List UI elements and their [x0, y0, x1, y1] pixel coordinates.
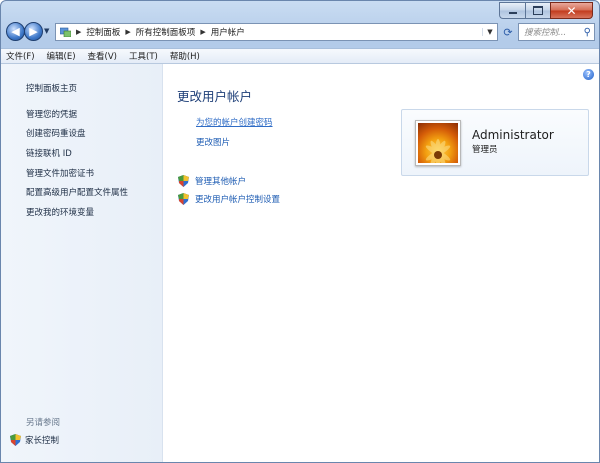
menu-view[interactable]: 查看(V)	[88, 50, 117, 62]
manage-other-accounts-link[interactable]: 管理其他帐户	[195, 175, 246, 187]
sidebar-item-link-online-id[interactable]: 链接联机 ID	[26, 147, 72, 159]
parental-controls-label: 家长控制	[25, 436, 60, 446]
control-panel-icon	[60, 27, 71, 37]
menu-edit[interactable]: 编辑(E)	[47, 50, 76, 62]
help-icon[interactable]: ?	[583, 69, 594, 80]
page-title: 更改用户帐户	[177, 89, 253, 104]
forward-arrow-icon: ▶	[29, 25, 38, 38]
sidebar: 控制面板主页 管理您的凭据 创建密码重设盘 链接联机 ID 管理文件加密证书 配…	[1, 64, 163, 462]
minimize-button[interactable]	[499, 2, 525, 19]
account-role: 管理员	[472, 145, 498, 155]
sidebar-item-advanced-profile[interactable]: 配置高级用户配置文件属性	[26, 186, 128, 198]
recent-pages-dropdown[interactable]: ▼	[44, 27, 49, 35]
sidebar-item-control-panel-home[interactable]: 控制面板主页	[26, 82, 77, 94]
sidebar-item-encryption-certs[interactable]: 管理文件加密证书	[26, 167, 94, 179]
avatar[interactable]	[415, 120, 461, 166]
create-password-link[interactable]: 为您的帐户创建密码	[196, 116, 273, 128]
sidebar-item-parental-controls[interactable]: 家长控制	[10, 434, 59, 446]
breadcrumb-separator-icon[interactable]: ▶	[200, 28, 205, 36]
menu-bar: 文件(F) 编辑(E) 查看(V) 工具(T) 帮助(H)	[1, 48, 599, 64]
sidebar-item-environment-vars[interactable]: 更改我的环境变量	[26, 206, 94, 218]
sidebar-item-password-reset-disk[interactable]: 创建密码重设盘	[26, 127, 86, 139]
flower-petals-icon	[425, 139, 451, 163]
address-bar[interactable]: ▶ 控制面板 ▶ 所有控制面板项 ▶ 用户帐户 ▼	[55, 23, 498, 41]
breadcrumb-all-items[interactable]: 所有控制面板项	[136, 26, 196, 38]
manage-other-accounts-row[interactable]: 管理其他帐户	[178, 175, 246, 187]
breadcrumb-separator-icon[interactable]: ▶	[76, 28, 81, 36]
uac-shield-icon	[10, 434, 21, 446]
uac-shield-icon	[178, 175, 189, 187]
maximize-button[interactable]	[525, 2, 550, 19]
forward-button[interactable]: ▶	[24, 22, 43, 41]
uac-settings-row[interactable]: 更改用户帐户控制设置	[178, 193, 280, 205]
breadcrumb: ▶ 控制面板 ▶ 所有控制面板项 ▶ 用户帐户	[60, 26, 482, 38]
close-button[interactable]: ✕	[550, 2, 593, 19]
search-icon[interactable]: ⚲	[584, 27, 591, 38]
window: ✕ ◀ ▶ ▼ ▶ 控制面板 ▶ 所有控制面板项 ▶ 用户帐户 ▼ ⟳ 搜索控制…	[0, 0, 600, 463]
main-content: ? 更改用户帐户 为您的帐户创建密码 更改图片 管理其他帐户 更改用户帐户控制设…	[163, 64, 599, 462]
see-also-heading: 另请参阅	[26, 418, 61, 428]
search-input[interactable]: 搜索控制...	[524, 26, 566, 38]
breadcrumb-user-accounts[interactable]: 用户帐户	[211, 26, 245, 38]
refresh-icon: ⟳	[503, 25, 513, 39]
breadcrumb-control-panel[interactable]: 控制面板	[86, 26, 120, 38]
account-card: Administrator 管理员	[401, 109, 589, 176]
uac-shield-icon	[178, 193, 189, 205]
back-button[interactable]: ◀	[6, 22, 25, 41]
address-dropdown-icon[interactable]: ▼	[482, 28, 497, 36]
search-box[interactable]: 搜索控制... ⚲	[518, 23, 595, 41]
account-name: Administrator	[472, 128, 554, 142]
menu-help[interactable]: 帮助(H)	[170, 50, 200, 62]
maximize-icon	[533, 6, 543, 15]
close-icon: ✕	[566, 3, 577, 18]
back-arrow-icon: ◀	[11, 25, 20, 38]
flower-picture-icon	[418, 123, 458, 163]
minimize-icon	[508, 12, 517, 14]
uac-settings-link[interactable]: 更改用户帐户控制设置	[195, 193, 280, 205]
sidebar-item-manage-credentials[interactable]: 管理您的凭据	[26, 108, 77, 120]
refresh-button[interactable]: ⟳	[499, 23, 517, 41]
navigation-bar: ◀ ▶ ▼ ▶ 控制面板 ▶ 所有控制面板项 ▶ 用户帐户 ▼ ⟳ 搜索控制..…	[1, 19, 599, 47]
menu-file[interactable]: 文件(F)	[6, 50, 35, 62]
caption-buttons: ✕	[499, 2, 593, 19]
menu-tools[interactable]: 工具(T)	[129, 50, 158, 62]
change-picture-link[interactable]: 更改图片	[196, 136, 230, 148]
breadcrumb-separator-icon[interactable]: ▶	[125, 28, 130, 36]
